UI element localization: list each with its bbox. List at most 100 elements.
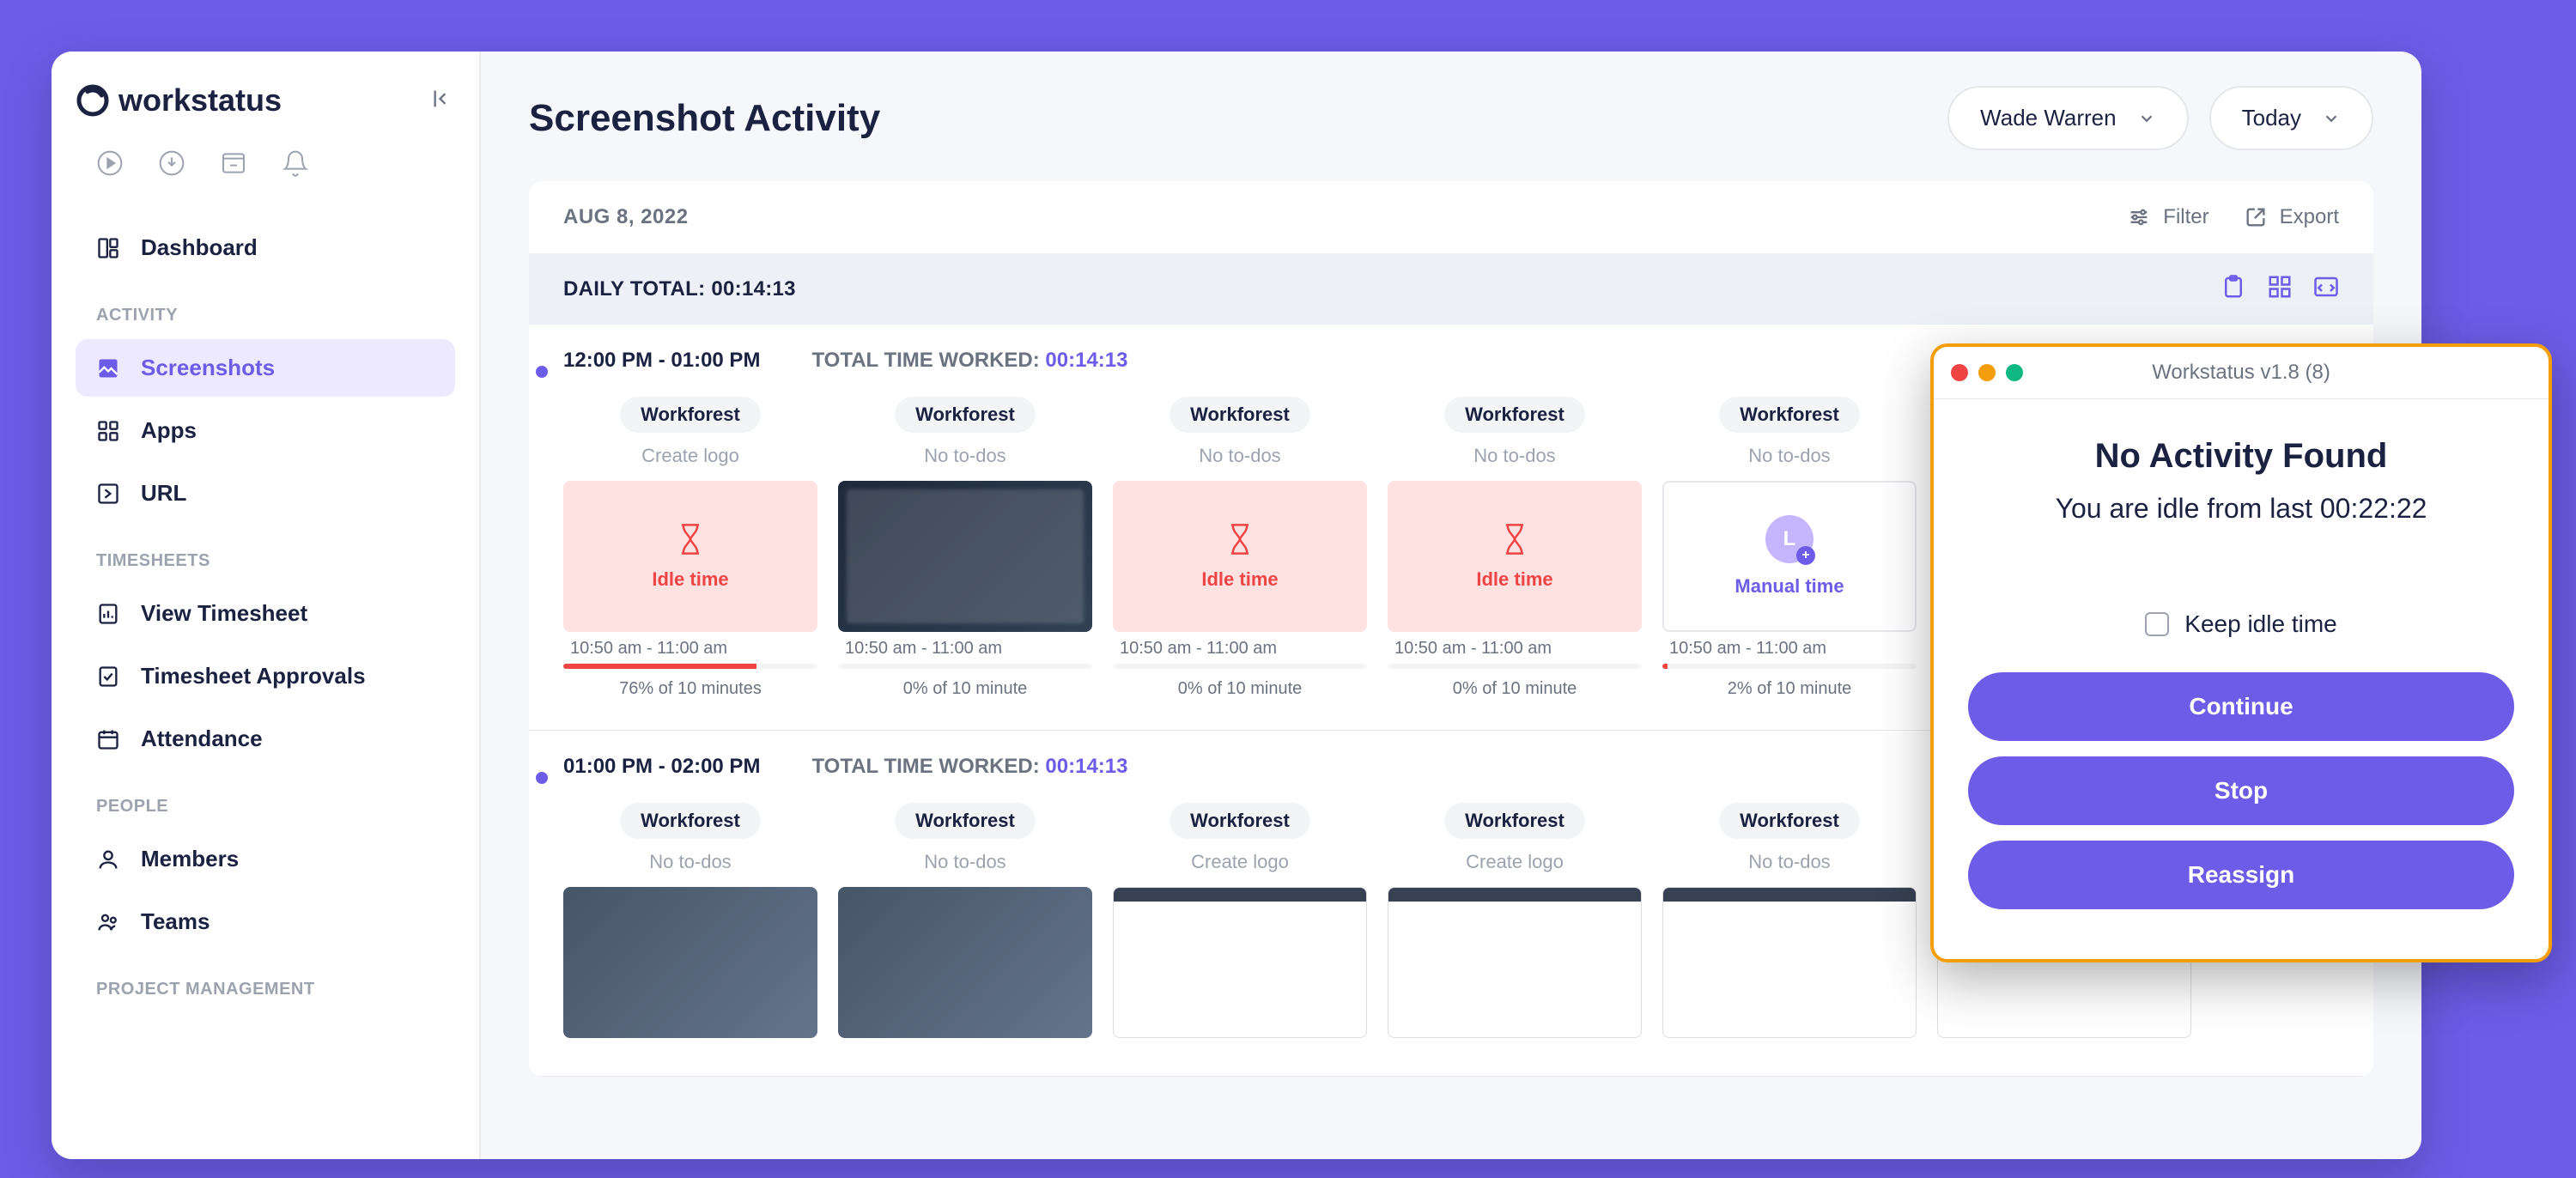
- project-tag: Workforest: [895, 397, 1036, 433]
- worked-label: TOTAL TIME WORKED: 00:14:13: [811, 349, 1127, 373]
- activity-progress: [1113, 664, 1367, 669]
- nav-url[interactable]: URL: [76, 465, 455, 522]
- todo-text: No to-dos: [649, 851, 731, 873]
- export-label: Export: [2280, 205, 2339, 229]
- download-icon[interactable]: [158, 149, 185, 181]
- screenshot-card: Workforest No to-dos: [563, 803, 817, 1045]
- keep-idle-checkbox[interactable]: [2145, 612, 2169, 636]
- nav-timesheet-approvals[interactable]: Timesheet Approvals: [76, 647, 455, 705]
- screenshot-card: Workforest No to-dos: [838, 803, 1092, 1045]
- screenshot-card: Workforest Create logo: [1388, 803, 1642, 1045]
- attendance-icon: [96, 727, 120, 751]
- nav-label: Members: [141, 846, 239, 872]
- screenshot-thumbnail[interactable]: [838, 481, 1092, 632]
- stop-button[interactable]: Stop: [1968, 756, 2514, 825]
- date-bar: AUG 8, 2022 Filter Export: [529, 181, 2373, 253]
- activity-progress: [1662, 664, 1917, 669]
- timesheet-icon: [96, 602, 120, 626]
- screenshot-card: Workforest No to-dos Idle time 10:50 am …: [1388, 397, 1642, 699]
- filter-button[interactable]: Filter: [2127, 205, 2208, 229]
- page-header: Screenshot Activity Wade Warren Today: [529, 86, 2373, 150]
- idle-label: Idle time: [1476, 568, 1552, 591]
- nav-label: URL: [141, 480, 186, 507]
- activity-progress: [563, 664, 817, 669]
- activity-percent: 0% of 10 minute: [1178, 679, 1303, 699]
- bell-icon[interactable]: [282, 149, 309, 181]
- keep-idle-row: Keep idle time: [1968, 610, 2514, 638]
- nav-attendance[interactable]: Attendance: [76, 710, 455, 768]
- screenshot-card: Workforest No to-dos 10:50 am - 11:00 am…: [838, 397, 1092, 699]
- chevron-down-icon: [2137, 109, 2156, 128]
- user-selector[interactable]: Wade Warren: [1947, 86, 2188, 150]
- minimize-window-button[interactable]: [1978, 364, 1996, 381]
- view-mode-icons: [2221, 274, 2339, 304]
- manual-thumbnail[interactable]: L Manual time: [1662, 481, 1917, 632]
- clipboard-view-icon[interactable]: [2221, 274, 2246, 304]
- timestamp: 10:50 am - 11:00 am: [563, 639, 727, 659]
- todo-text: No to-dos: [924, 445, 1005, 467]
- filter-label: Filter: [2163, 205, 2208, 229]
- nav-label: View Timesheet: [141, 600, 307, 627]
- nav-dashboard[interactable]: Dashboard: [76, 219, 455, 276]
- screenshot-thumbnail[interactable]: [1662, 887, 1917, 1038]
- todo-text: Create logo: [1466, 851, 1564, 873]
- idle-label: Idle time: [652, 568, 728, 591]
- collapse-sidebar-button[interactable]: [431, 87, 455, 115]
- project-tag: Workforest: [620, 397, 761, 433]
- modal-titlebar: Workstatus v1.8 (8): [1934, 347, 2549, 399]
- screenshot-thumbnail[interactable]: [1113, 887, 1367, 1038]
- nav-label: Apps: [141, 417, 197, 444]
- screenshot-card: Workforest No to-dos L Manual time 10:50…: [1662, 397, 1917, 699]
- reassign-button[interactable]: Reassign: [1968, 841, 2514, 909]
- section-label-pm: PROJECT MANAGEMENT: [76, 956, 455, 1013]
- modal-window-title: Workstatus v1.8 (8): [2152, 361, 2330, 385]
- nav-view-timesheet[interactable]: View Timesheet: [76, 585, 455, 642]
- dashboard-icon: [96, 236, 120, 260]
- todo-text: No to-dos: [1473, 445, 1555, 467]
- project-tag: Workforest: [620, 803, 761, 839]
- idle-thumbnail[interactable]: Idle time: [1388, 481, 1642, 632]
- timestamp: 10:50 am - 11:00 am: [1113, 639, 1277, 659]
- nav-label: Screenshots: [141, 355, 275, 381]
- todo-text: Create logo: [641, 445, 739, 467]
- teams-icon: [96, 910, 120, 934]
- nav-label: Teams: [141, 908, 210, 935]
- daily-total-bar: DAILY TOTAL: 00:14:13: [529, 253, 2373, 325]
- user-selector-value: Wade Warren: [1980, 105, 2116, 131]
- activity-percent: 2% of 10 minute: [1728, 679, 1852, 699]
- workstatus-logo-icon: [76, 83, 110, 118]
- nav-members[interactable]: Members: [76, 830, 455, 888]
- modal-subtext: You are idle from last 00:22:22: [1968, 493, 2514, 525]
- screenshot-thumbnail[interactable]: [563, 887, 817, 1038]
- project-tag: Workforest: [1170, 803, 1310, 839]
- idle-thumbnail[interactable]: Idle time: [1113, 481, 1367, 632]
- nav-apps[interactable]: Apps: [76, 402, 455, 459]
- export-button[interactable]: Export: [2244, 205, 2339, 229]
- screenshots-icon: [96, 356, 120, 380]
- screenshot-thumbnail[interactable]: [838, 887, 1092, 1038]
- hourglass-icon: [1498, 522, 1532, 556]
- continue-button[interactable]: Continue: [1968, 672, 2514, 741]
- activity-progress: [838, 664, 1092, 669]
- header-controls: Wade Warren Today: [1947, 86, 2373, 150]
- todo-text: No to-dos: [924, 851, 1005, 873]
- section-label-activity: ACTIVITY: [76, 282, 455, 339]
- date-actions: Filter Export: [2127, 205, 2339, 229]
- grid-view-icon[interactable]: [2267, 274, 2293, 304]
- maximize-window-button[interactable]: [2006, 364, 2023, 381]
- nav-label: Dashboard: [141, 234, 258, 261]
- archive-icon[interactable]: [220, 149, 247, 181]
- timestamp: 10:50 am - 11:00 am: [1662, 639, 1826, 659]
- screenshot-thumbnail[interactable]: [1388, 887, 1642, 1038]
- date-selector-value: Today: [2242, 105, 2301, 131]
- date-selector[interactable]: Today: [2209, 86, 2373, 150]
- idle-label: Idle time: [1201, 568, 1278, 591]
- close-window-button[interactable]: [1951, 364, 1968, 381]
- play-icon[interactable]: [96, 149, 124, 181]
- project-tag: Workforest: [1719, 397, 1860, 433]
- nav-screenshots[interactable]: Screenshots: [76, 339, 455, 397]
- idle-thumbnail[interactable]: Idle time: [563, 481, 817, 632]
- activity-percent: 76% of 10 minutes: [619, 679, 762, 699]
- nav-teams[interactable]: Teams: [76, 893, 455, 950]
- code-view-icon[interactable]: [2313, 274, 2339, 304]
